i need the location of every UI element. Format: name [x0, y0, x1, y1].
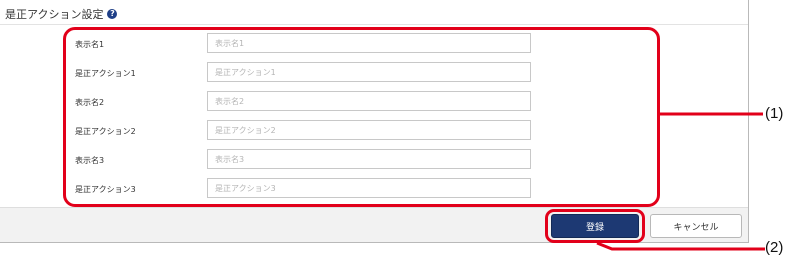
callout-lines [596, 112, 765, 251]
callout-label-2: (2) [765, 239, 784, 256]
callout-label-1: (1) [765, 105, 784, 122]
callout-line-2 [596, 241, 765, 251]
